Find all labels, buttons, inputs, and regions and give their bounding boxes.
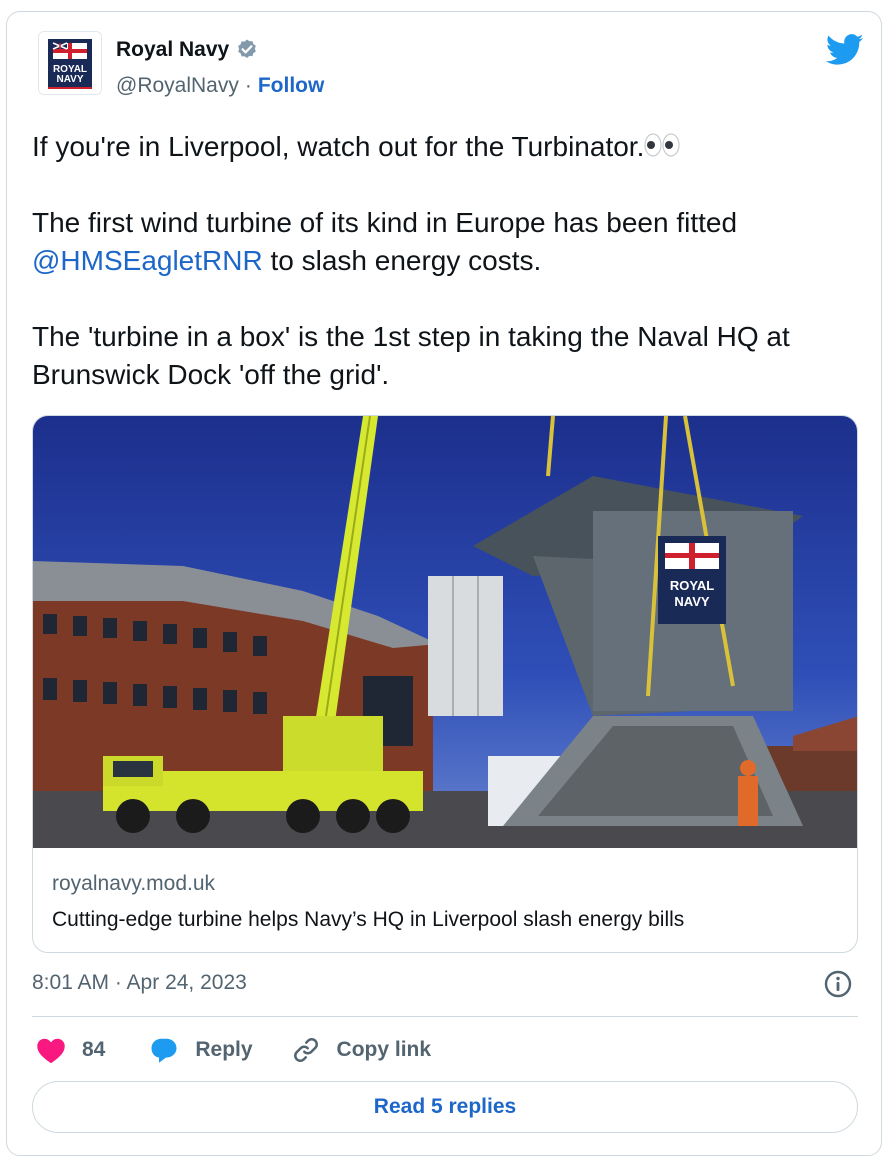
turbine-photo: ROYAL NAVY — [33, 416, 857, 848]
twitter-bird-icon[interactable] — [826, 34, 864, 66]
author-handle-row: @RoyalNavy · Follow — [116, 74, 324, 98]
link-preview-card[interactable]: ROYAL NAVY royalnavy.mod.uk Cutting-edge… — [32, 415, 858, 953]
divider — [32, 1016, 858, 1017]
tweet-line-3: The 'turbine in a box' is the 1st step i… — [32, 321, 790, 390]
author-handle[interactable]: @RoyalNavy — [116, 74, 239, 98]
like-button[interactable]: 84 — [36, 1036, 105, 1064]
tweet-line-1: If you're in Liverpool, watch out for th… — [32, 131, 645, 162]
tweet-line-2-end: to slash energy costs. — [262, 245, 542, 276]
tweet-line-2-start: The first wind turbine of its kind in Eu… — [32, 207, 738, 238]
reply-button[interactable]: Reply — [149, 1036, 253, 1064]
speech-bubble-icon — [151, 1038, 177, 1063]
info-icon[interactable] — [823, 969, 853, 999]
follow-button[interactable]: Follow — [258, 74, 325, 98]
tweet-timestamp[interactable]: 8:01 AM · Apr 24, 2023 — [32, 971, 247, 995]
read-replies-label: Read 5 replies — [373, 1095, 517, 1118]
copy-link-button[interactable]: Copy link — [291, 1035, 432, 1065]
reply-label: Reply — [195, 1038, 253, 1061]
tweet-text: If you're in Liverpool, watch out for th… — [32, 128, 862, 394]
photo-badge-text1: ROYAL — [670, 578, 714, 593]
author-name-row: Royal Navy — [116, 38, 259, 62]
action-bar: 84 Reply Copy link — [36, 1032, 431, 1068]
read-replies-button[interactable]: Read 5 replies — [32, 1081, 858, 1133]
royal-navy-logo-icon: ROYAL NAVY — [39, 32, 101, 94]
link-chain-icon — [293, 1038, 318, 1062]
verified-badge-icon — [238, 39, 257, 58]
link-card-title: Cutting-edge turbine helps Navy’s HQ in … — [52, 908, 685, 931]
link-card-domain: royalnavy.mod.uk — [52, 872, 216, 895]
handle-separator: · — [244, 74, 252, 97]
avatar-text-line2: NAVY — [56, 74, 83, 85]
avatar[interactable]: ROYAL NAVY — [38, 31, 102, 95]
eyes-emoji-icon — [644, 133, 680, 157]
mention-link[interactable]: @HMSEagletRNR — [32, 245, 263, 276]
like-count: 84 — [82, 1038, 106, 1061]
copy-link-label: Copy link — [336, 1038, 432, 1061]
author-name[interactable]: Royal Navy — [116, 38, 229, 62]
heart-icon — [37, 1038, 65, 1064]
photo-badge-text2: NAVY — [674, 594, 709, 609]
